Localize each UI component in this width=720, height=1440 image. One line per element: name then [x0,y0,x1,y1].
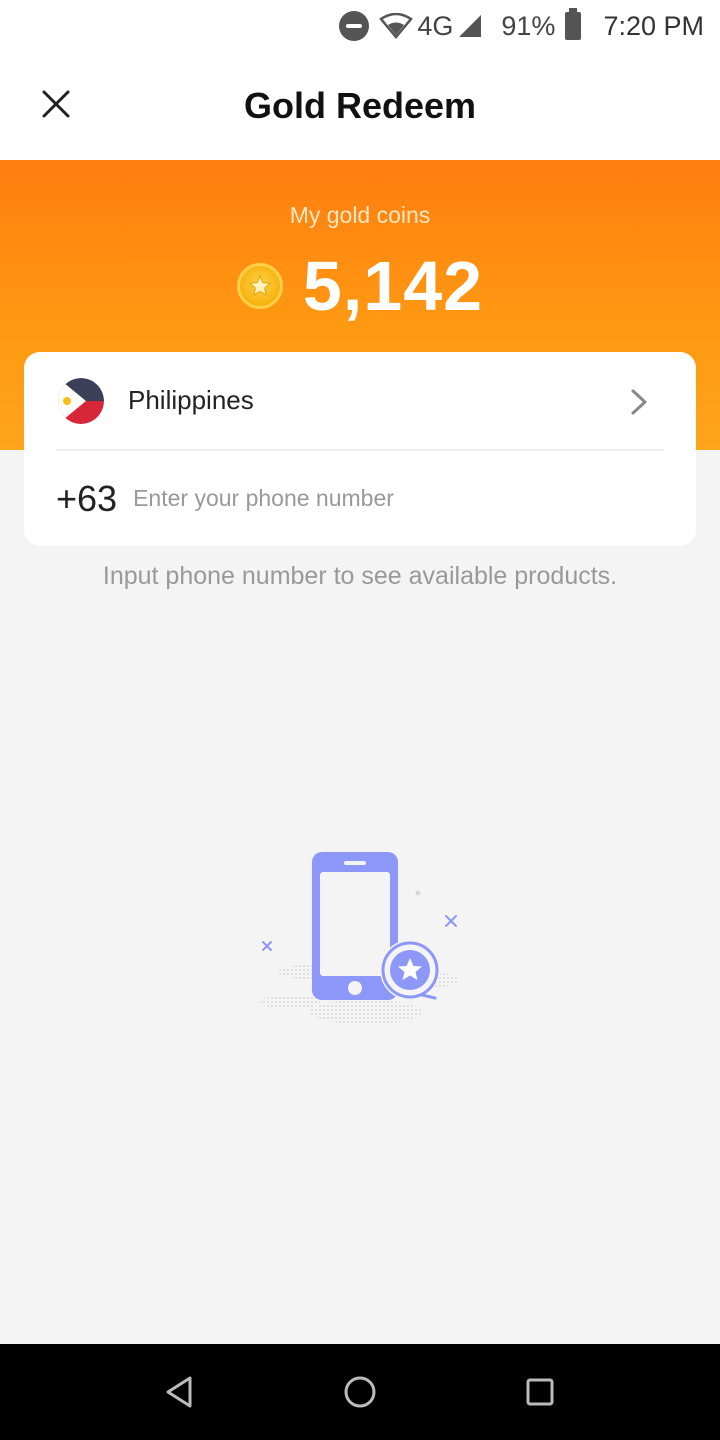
chevron-right-icon [631,389,647,415]
selected-country: Philippines [128,385,254,415]
wifi-icon [379,13,414,39]
close-icon[interactable] [40,88,72,120]
clock: 7:20 PM [603,10,704,41]
gold-coin-amount: 5,142 [302,247,484,325]
page-title: Gold Redeem [243,85,477,126]
recents-icon[interactable] [520,1372,560,1412]
hint-text: Input phone number to see available prod… [102,562,618,590]
network-indicator: 4G [379,11,483,42]
gold-coin-icon [236,263,283,309]
balance-row: 5,142 [0,246,720,326]
phone-number-input[interactable] [133,485,614,512]
redeem-form-card: Philippines +63 [24,352,696,546]
country-calling-code: +63 [56,477,118,519]
phone-empty-state-illustration [260,852,458,1024]
top-app-bar: Gold Redeem [0,52,720,160]
home-icon[interactable] [340,1372,380,1412]
back-icon[interactable] [160,1372,200,1412]
system-navigation-bar [0,1344,720,1440]
cell-signal-icon [459,15,482,37]
phone-row: +63 [24,451,696,546]
network-type: 4G [417,10,454,41]
status-bar: 4G 91% 7:20 PM [0,0,720,52]
battery-percentage: 91% [501,10,556,41]
philippines-flag-icon [58,377,104,424]
battery-icon [565,8,582,40]
star-icon [248,274,272,297]
balance-label: My gold coins [289,202,431,228]
country-selector[interactable]: Philippines [24,352,696,449]
do-not-disturb-icon [339,11,370,41]
